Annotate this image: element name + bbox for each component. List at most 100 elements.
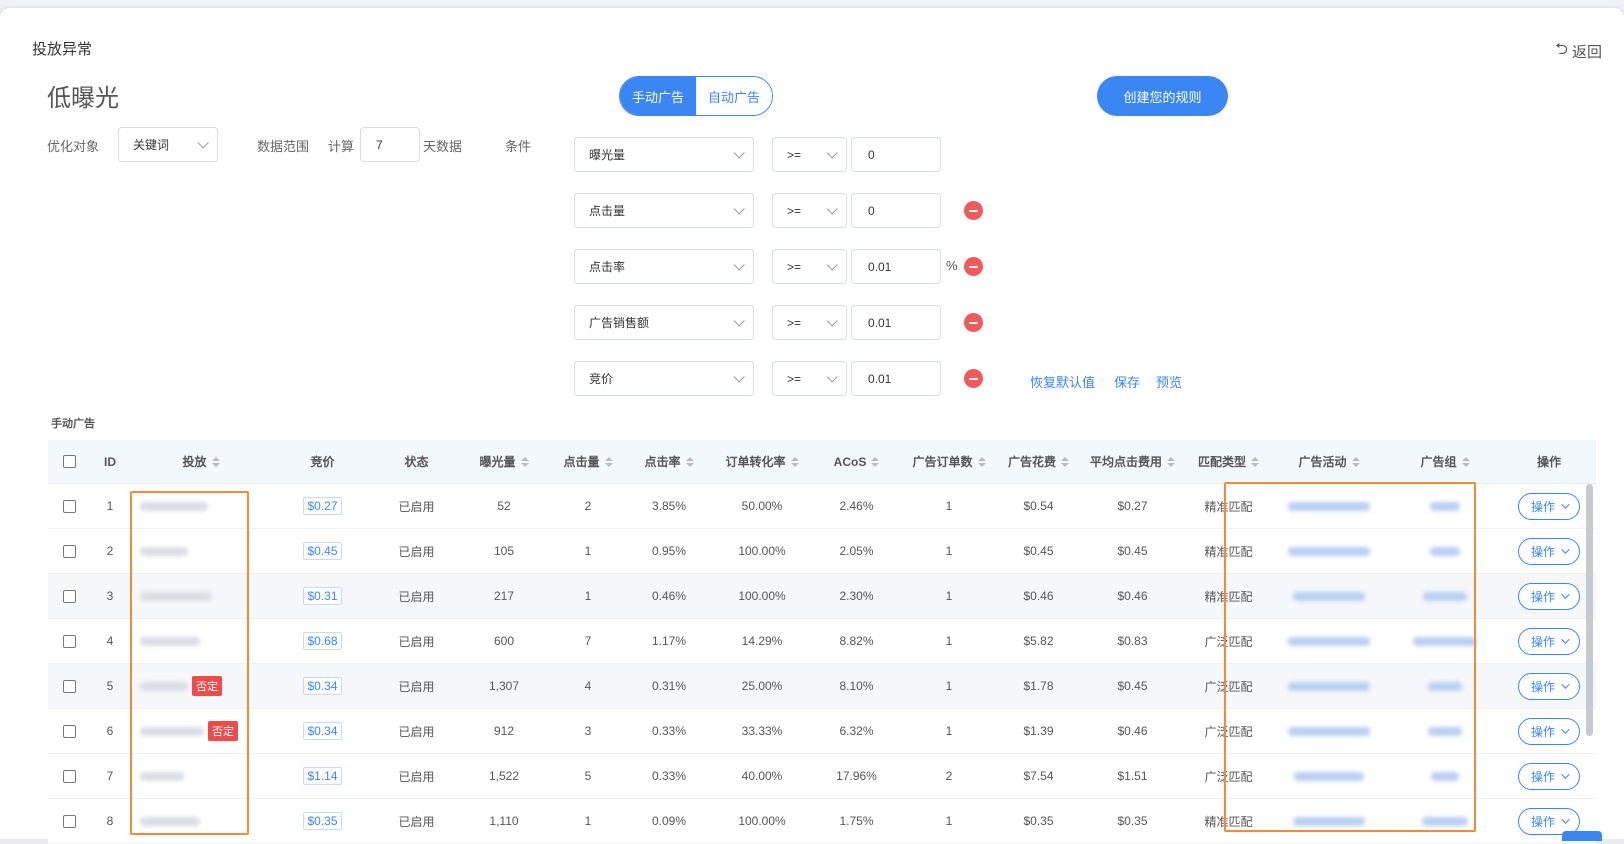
col-acos[interactable]: ACoS	[814, 455, 899, 469]
col-clicks[interactable]: 点击量	[548, 453, 628, 470]
row-checkbox[interactable]	[62, 724, 76, 738]
cell-campaign[interactable]	[1270, 501, 1388, 511]
table-body: 1 $0.27 已启用 52 2 3.85% 50.00% 2.46% 1 $0.54 $0.27 精…	[48, 484, 1596, 844]
remove-condition-icon[interactable]	[964, 201, 983, 220]
blurred-ad-group	[1422, 816, 1468, 826]
cell-campaign[interactable]	[1270, 591, 1388, 601]
cell-targeting	[130, 546, 272, 556]
cell-ad-group[interactable]	[1388, 726, 1502, 736]
cell-actions: 操作	[1502, 762, 1596, 790]
cell-impressions: 105	[493, 544, 515, 558]
cell-targeting	[130, 816, 272, 826]
cell-ad-group[interactable]	[1388, 816, 1502, 826]
select-all-checkbox[interactable]	[62, 455, 76, 468]
cell-ad-group[interactable]	[1388, 591, 1502, 601]
bid-value[interactable]: $0.45	[303, 542, 342, 560]
col-impressions[interactable]: 曝光量	[460, 453, 548, 470]
floating-chip[interactable]	[1562, 831, 1602, 841]
row-checkbox[interactable]	[62, 814, 76, 828]
table-scrollbar[interactable]	[1586, 484, 1593, 736]
condition-value-input[interactable]: 0.01	[851, 249, 941, 284]
row-action-button[interactable]: 操作	[1517, 672, 1580, 700]
cell-ad-group[interactable]	[1388, 501, 1502, 511]
tab-auto-ads[interactable]: 自动广告	[696, 77, 772, 115]
condition-value-input[interactable]: 0.01	[851, 361, 941, 396]
sort-icon	[604, 456, 613, 467]
remove-condition-icon[interactable]	[964, 369, 983, 388]
tab-manual-ads[interactable]: 手动广告	[620, 77, 696, 115]
row-action-button[interactable]: 操作	[1517, 717, 1580, 745]
create-rule-button[interactable]: 创建您的规则	[1097, 76, 1228, 116]
cell-campaign[interactable]	[1270, 816, 1388, 826]
row-action-button[interactable]: 操作	[1517, 537, 1580, 565]
bid-value[interactable]: $0.34	[303, 677, 342, 695]
col-targeting[interactable]: 投放	[130, 453, 272, 470]
condition-operator-select[interactable]: >=	[772, 137, 847, 172]
col-cpc[interactable]: 平均点击费用	[1078, 453, 1187, 470]
condition-operator-select[interactable]: >=	[772, 193, 847, 228]
blurred-ad-group	[1428, 726, 1462, 736]
cell-ad-group[interactable]	[1388, 681, 1502, 691]
cell-cpc: $0.83	[1117, 634, 1148, 648]
row-checkbox[interactable]	[62, 769, 76, 783]
condition-operator-select[interactable]: >=	[772, 249, 847, 284]
cell-bid: $0.27	[272, 497, 373, 515]
cell-spend: $1.39	[1023, 724, 1054, 738]
days-input[interactable]: 7	[360, 127, 420, 162]
condition-value-input[interactable]: 0	[851, 137, 941, 172]
condition-value-input[interactable]: 0.01	[851, 305, 941, 340]
row-checkbox[interactable]	[62, 499, 76, 513]
back-button[interactable]: ⮌ 返回	[1555, 38, 1602, 65]
col-bid: 竞价	[310, 455, 335, 469]
row-checkbox[interactable]	[62, 589, 76, 603]
save-link[interactable]: 保存	[1114, 372, 1140, 391]
col-orders[interactable]: 广告订单数	[899, 453, 999, 470]
bid-value[interactable]: $0.34	[303, 722, 342, 740]
bid-value[interactable]: $0.27	[303, 497, 342, 515]
cell-campaign[interactable]	[1270, 726, 1388, 736]
col-spend[interactable]: 广告花费	[999, 453, 1078, 470]
target-select[interactable]: 关键词	[118, 127, 218, 162]
row-action-button[interactable]: 操作	[1517, 762, 1580, 790]
row-checkbox[interactable]	[62, 544, 76, 558]
remove-condition-icon[interactable]	[964, 313, 983, 332]
condition-metric-select[interactable]: 竞价	[574, 361, 754, 396]
blurred-ad-group	[1423, 591, 1467, 601]
col-ctr[interactable]: 点击率	[628, 453, 710, 470]
remove-condition-icon[interactable]	[964, 257, 983, 276]
row-checkbox[interactable]	[62, 634, 76, 648]
cell-conversion: 33.33%	[741, 724, 783, 738]
cell-campaign[interactable]	[1270, 681, 1388, 691]
cell-campaign[interactable]	[1270, 546, 1388, 556]
condition-metric-select[interactable]: 曝光量	[574, 137, 754, 172]
row-checkbox[interactable]	[62, 679, 76, 693]
cell-ctr: 1.17%	[651, 634, 687, 648]
col-conversion[interactable]: 订单转化率	[710, 453, 814, 470]
row-action-button[interactable]: 操作	[1517, 582, 1580, 610]
condition-operator-select[interactable]: >=	[772, 361, 847, 396]
row-action-button[interactable]: 操作	[1517, 627, 1580, 655]
condition-metric-select[interactable]: 广告销售额	[574, 305, 754, 340]
reset-default-link[interactable]: 恢复默认值	[1030, 372, 1095, 391]
cell-orders: 1	[945, 589, 953, 603]
cell-ad-group[interactable]	[1388, 771, 1502, 781]
row-action-button[interactable]: 操作	[1517, 492, 1580, 520]
cell-impressions: 217	[493, 589, 515, 603]
col-campaign[interactable]: 广告活动	[1270, 453, 1388, 470]
preview-link[interactable]: 预览	[1156, 372, 1182, 391]
condition-metric-select[interactable]: 点击量	[574, 193, 754, 228]
col-ad-group[interactable]: 广告组	[1388, 453, 1502, 470]
condition-value-input[interactable]: 0	[851, 193, 941, 228]
cell-spend: $1.78	[1023, 679, 1054, 693]
bid-value[interactable]: $0.31	[303, 587, 342, 605]
cell-ad-group[interactable]	[1388, 636, 1502, 646]
cell-campaign[interactable]	[1270, 636, 1388, 646]
condition-operator-select[interactable]: >=	[772, 305, 847, 340]
bid-value[interactable]: $0.35	[303, 812, 342, 830]
cell-ad-group[interactable]	[1388, 546, 1502, 556]
condition-metric-select[interactable]: 点击率	[574, 249, 754, 284]
bid-value[interactable]: $1.14	[303, 767, 342, 785]
col-match-type[interactable]: 匹配类型	[1187, 453, 1270, 470]
bid-value[interactable]: $0.68	[303, 632, 342, 650]
cell-campaign[interactable]	[1270, 771, 1388, 781]
